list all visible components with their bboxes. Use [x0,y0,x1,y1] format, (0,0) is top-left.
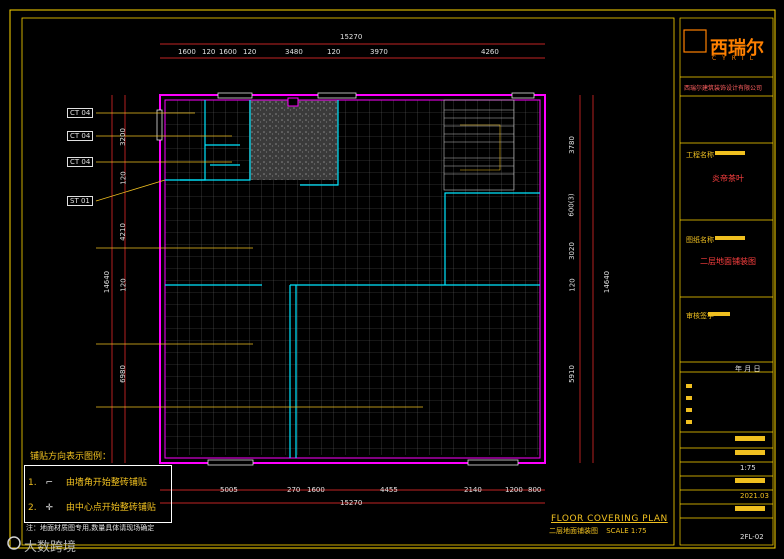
window-bottom-2 [467,459,519,466]
center-start-icon: ✛ [45,503,54,513]
window-top-1 [217,92,253,99]
drawing-name: 二层地面铺装图 [700,257,756,266]
dim-top-seg-6: 120 [327,48,341,56]
legend-num: 1. [28,478,37,488]
title-block [679,17,774,546]
dim-bottom-seg-1: 5005 [220,486,238,494]
project-name: 炎帝茶叶 [712,174,744,183]
legend-text: 由墙角开始整砖铺贴 [65,478,147,488]
dim-bottom-seg-5: 2140 [464,486,482,494]
company-full-name: 西瑞尔建筑装饰设计有限公司 [684,85,763,92]
window-top-2 [317,92,357,99]
dim-bottom-seg-2: 270 [287,486,301,494]
dim-left-total: 14640 [103,270,112,294]
dim-top-seg-2: 120 [202,48,216,56]
tile-grid [165,100,540,455]
plan-scale: SCALE 1:75 [606,527,647,535]
dim-bottom-seg-3: 1600 [307,486,325,494]
column [287,97,299,107]
material-tag-1: CT 04 [67,108,94,118]
dim-right-total: 14640 [603,270,612,294]
tag-code: ST [70,197,79,205]
legend-box [24,465,172,523]
dim-bottom-seg-7: 800 [528,486,542,494]
dim-right-seg-3: 3020 [567,242,576,260]
drawing-label: 图纸名称 [686,236,714,244]
legend-text: 由中心点开始整砖铺贴 [65,503,156,513]
dim-left-seg-5: 6980 [118,365,127,383]
tag-num: 01 [80,197,90,205]
tag-num: 04 [81,109,91,117]
dim-left-seg-1: 3200 [118,128,127,146]
dim-left-seg-4: 120 [119,278,128,292]
window-left [156,109,163,141]
sheet-number: 2FL-02 [740,533,764,541]
tag-code: CT [70,132,80,140]
window-top-3 [511,92,535,99]
dim-right-seg-4: 120 [568,278,577,292]
legend-item-2: 2. ✛ 由中心点开始整砖铺贴 [28,500,156,513]
dim-top-seg-4: 120 [243,48,257,56]
dim-top-seg-1: 1600 [178,48,196,56]
stone-floor-area [250,100,338,180]
date-value: 2021.03 [740,492,769,500]
date-row: 年 月 日 [735,365,761,373]
plan-subtitle: 二层地面铺装图 SCALE 1:75 [549,526,647,536]
dim-right-seg-2: 600(3) [567,193,576,217]
legend-item-1: 1. ⌐ 由墙角开始整砖铺贴 [28,475,147,488]
dim-right-seg-5: 5910 [567,365,576,383]
scale-value: 1:75 [740,464,756,472]
legend-title: 铺贴方向表示图例： [30,452,112,462]
tag-code: CT [70,109,80,117]
plan-subtitle-cn: 二层地面铺装图 [549,527,598,535]
tag-num: 04 [81,158,91,166]
dim-right-seg-1: 3780 [567,136,576,154]
dim-top-total: 15270 [340,33,363,41]
review-label: 审核签字 [686,312,714,320]
dim-top-seg-5: 3480 [285,48,303,56]
project-label: 工程名称 [686,151,714,159]
tag-code: CT [70,158,80,166]
corner-start-icon: ⌐ [45,478,54,488]
watermark-text: 大数跨境 [24,540,77,555]
dim-left-seg-3: 4210 [118,223,127,241]
dim-bottom-total: 15270 [340,499,363,507]
window-bottom-1 [207,459,254,466]
tag-num: 04 [81,132,91,140]
material-tag-2: CT 04 [67,131,94,141]
drawing-note: 注：地面材质图专用,数量具体请现场确定 [26,524,155,532]
dim-left-seg-2: 120 [119,171,128,185]
title-block-fills [686,151,765,511]
material-tag-3: CT 04 [67,157,94,167]
dim-top-seg-8: 4260 [481,48,499,56]
plan-title: FLOOR COVERING PLAN [551,514,668,524]
material-tag-4: ST 01 [67,196,93,206]
dim-top-seg-3: 1600 [219,48,237,56]
dim-bottom-seg-6: 1200 [505,486,523,494]
dim-bottom-seg-4: 4455 [380,486,398,494]
dim-top-seg-7: 3970 [370,48,388,56]
company-logo-en: CYRIL [712,55,760,62]
legend-num: 2. [28,503,37,513]
